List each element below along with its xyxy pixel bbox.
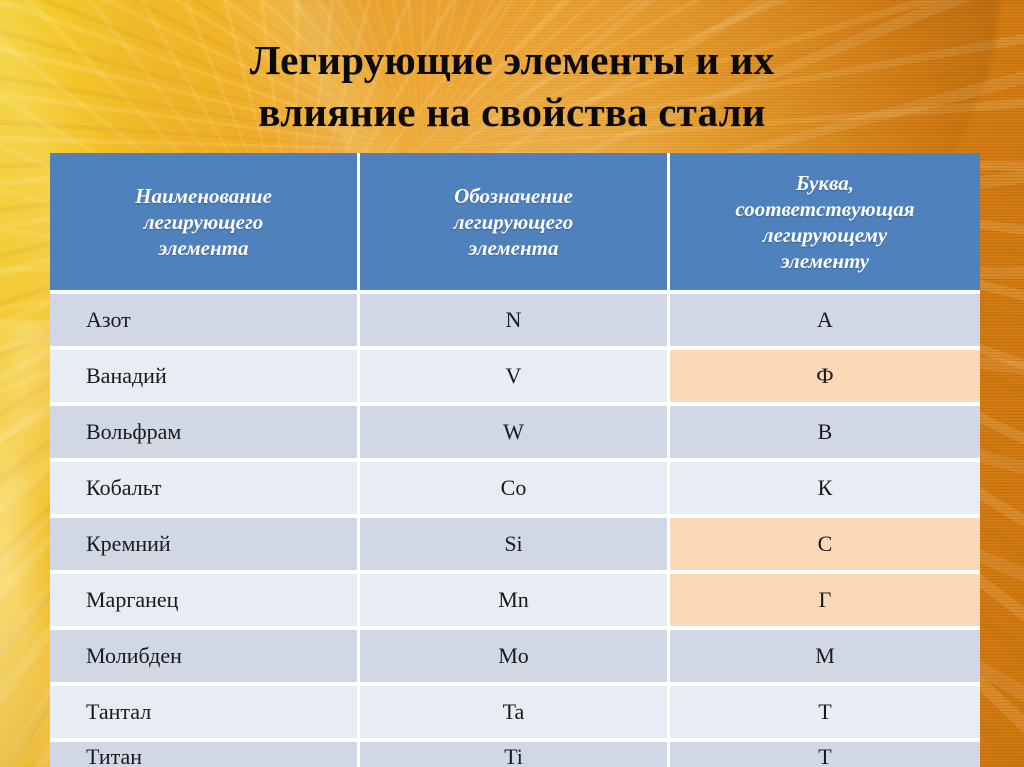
alloying-elements-table: Наименование легирующего элемента Обозна… [50, 153, 980, 767]
table-body: Азот N А Ванадий V Ф Вольфрам W В Кобальт Co К Кремн… [50, 294, 980, 767]
cell-element-name: Азот [50, 294, 360, 350]
table-row: Тантал Ta Т [50, 686, 980, 742]
alloying-elements-table-container: Наименование легирующего элемента Обозна… [50, 153, 980, 767]
table-header: Наименование легирующего элемента Обозна… [50, 153, 980, 294]
table-row: Молибден Mo М [50, 630, 980, 686]
table-row: Ванадий V Ф [50, 350, 980, 406]
slide-title-line-1: Легирующие элементы и их [249, 37, 775, 83]
column-header-element-name-line-1: Наименование [135, 183, 272, 208]
column-header-element-letter: Буква, соответствующая легирующему элеме… [670, 153, 980, 294]
cell-element-name: Вольфрам [50, 406, 360, 462]
cell-element-letter: Т [670, 742, 980, 767]
cell-element-name: Марганец [50, 574, 360, 630]
cell-element-letter-highlighted: Ф [670, 350, 980, 406]
cell-element-name: Молибден [50, 630, 360, 686]
cell-element-name: Ванадий [50, 350, 360, 406]
cell-element-letter: М [670, 630, 980, 686]
table-header-row: Наименование легирующего элемента Обозна… [50, 153, 980, 294]
cell-element-symbol: W [360, 406, 670, 462]
column-header-element-letter-line-2: соответствующая [735, 196, 915, 221]
column-header-element-symbol-line-2: легирующего [453, 209, 574, 234]
cell-element-symbol: Ta [360, 686, 670, 742]
table-row: Кремний Si С [50, 518, 980, 574]
slide-title: Легирующие элементы и их влияние на свой… [0, 34, 1024, 138]
cell-element-letter-highlighted: С [670, 518, 980, 574]
cell-element-letter-highlighted: Г [670, 574, 980, 630]
cell-element-symbol: Mn [360, 574, 670, 630]
column-header-element-name-line-3: элемента [158, 235, 249, 260]
column-header-element-name-line-2: легирующего [143, 209, 264, 234]
table-row: Титан Ti Т [50, 742, 980, 767]
cell-element-symbol: V [360, 350, 670, 406]
column-header-element-symbol: Обозначение легирующего элемента [360, 153, 670, 294]
cell-element-name: Тантал [50, 686, 360, 742]
cell-element-symbol: Mo [360, 630, 670, 686]
cell-element-name: Кобальт [50, 462, 360, 518]
cell-element-symbol: Ti [360, 742, 670, 767]
cell-element-letter: Т [670, 686, 980, 742]
column-header-element-letter-line-3: легирующему [762, 222, 888, 247]
slide-title-line-2: влияние на свойства стали [258, 89, 766, 135]
cell-element-letter: К [670, 462, 980, 518]
column-header-element-symbol-line-3: элемента [468, 235, 559, 260]
cell-element-symbol: N [360, 294, 670, 350]
cell-element-name: Кремний [50, 518, 360, 574]
table-row: Кобальт Co К [50, 462, 980, 518]
cell-element-symbol: Si [360, 518, 670, 574]
table-row: Марганец Mn Г [50, 574, 980, 630]
column-header-element-name: Наименование легирующего элемента [50, 153, 360, 294]
cell-element-name: Титан [50, 742, 360, 767]
cell-element-symbol: Co [360, 462, 670, 518]
cell-element-letter: В [670, 406, 980, 462]
column-header-element-letter-line-1: Буква, [795, 170, 855, 195]
column-header-element-symbol-line-1: Обозначение [454, 183, 573, 208]
cell-element-letter: А [670, 294, 980, 350]
column-header-element-letter-line-4: элементу [780, 248, 870, 273]
table-row: Вольфрам W В [50, 406, 980, 462]
table-row: Азот N А [50, 294, 980, 350]
